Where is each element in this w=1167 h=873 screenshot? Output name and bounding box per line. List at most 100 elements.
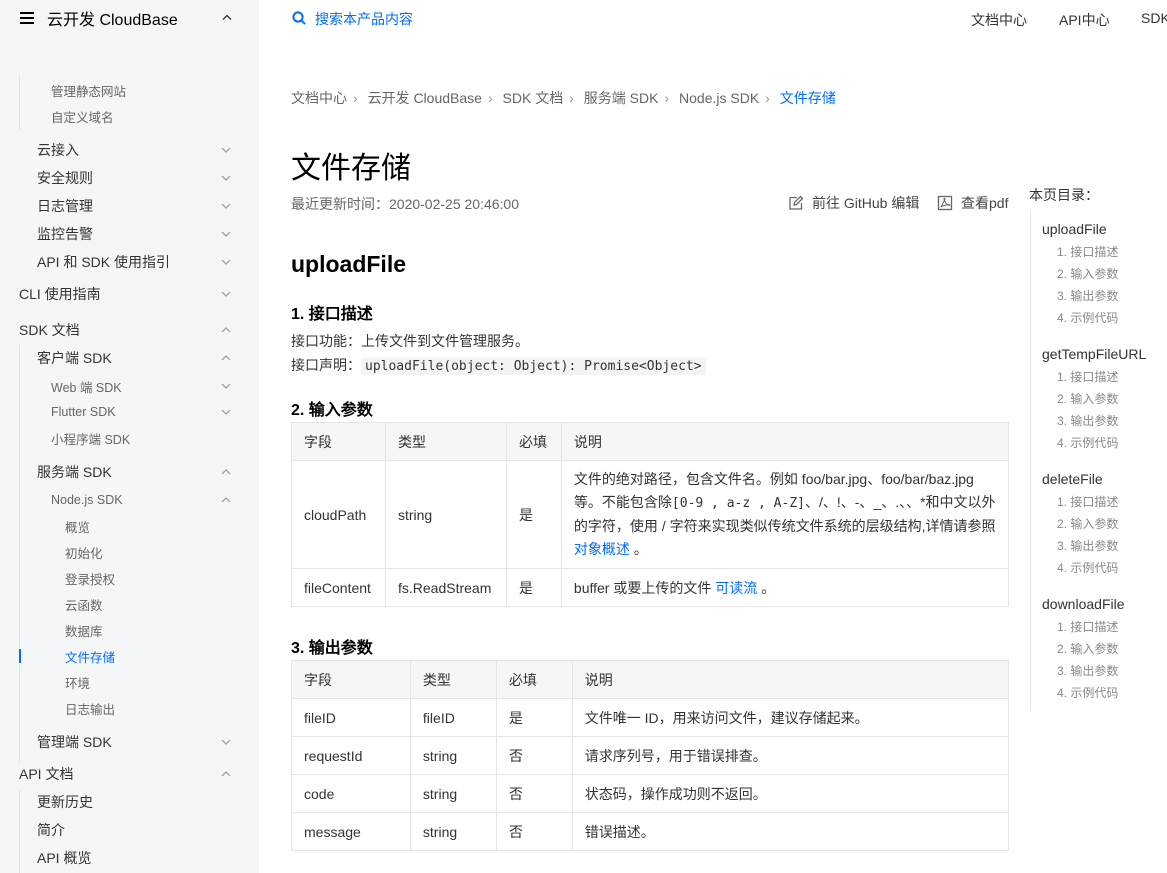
sidebar-item[interactable]: 监控告警 xyxy=(37,225,93,243)
breadcrumb-item[interactable]: 服务端 SDK xyxy=(584,90,659,106)
toc-item[interactable]: uploadFile xyxy=(1042,221,1107,237)
table-row: requestId string 否 请求序列号，用于错误排查。 xyxy=(291,736,1010,775)
sidebar-item[interactable]: API 和 SDK 使用指引 xyxy=(37,253,170,271)
table-header-cell: 必填 xyxy=(505,422,562,461)
chevron-up-icon[interactable] xyxy=(220,466,232,478)
chevron-down-icon[interactable] xyxy=(220,228,232,240)
sidebar-item[interactable]: 安全规则 xyxy=(37,169,93,187)
sidebar-item[interactable]: 云函数 xyxy=(65,595,103,613)
toc-subitem[interactable]: 2. 输入参数 xyxy=(1057,640,1118,657)
search-box[interactable]: 搜索本产品内容 xyxy=(292,9,413,29)
sidebar-item[interactable]: 自定义域名 xyxy=(51,107,114,125)
chevron-down-icon[interactable] xyxy=(220,736,232,748)
breadcrumb-item[interactable]: Node.js SDK xyxy=(679,90,759,106)
table-header-cell: 字段 xyxy=(291,422,386,461)
sidebar-item[interactable]: 数据库 xyxy=(65,621,103,639)
product-title[interactable]: 云开发 CloudBase xyxy=(47,6,178,30)
sidebar-item[interactable]: 云接入 xyxy=(37,141,79,159)
active-indicator xyxy=(19,649,21,663)
sidebar-item[interactable]: 简介 xyxy=(37,821,65,839)
chevron-up-icon[interactable] xyxy=(220,352,232,364)
table-row: code string 否 状态码，操作成功则不返回。 xyxy=(291,774,1010,813)
param-desc: 请求序列号，用于错误排查。 xyxy=(571,736,1010,775)
sidebar-item[interactable]: Node.js SDK xyxy=(51,491,123,509)
object-overview-link[interactable]: 对象概述 xyxy=(574,541,630,557)
toc-subitem[interactable]: 1. 接口描述 xyxy=(1057,243,1118,260)
chevron-down-icon[interactable] xyxy=(220,288,232,300)
sidebar-item[interactable]: 管理端 SDK xyxy=(37,733,112,751)
sidebar-item[interactable]: API 文档 xyxy=(19,765,73,783)
toc-subitem[interactable]: 3. 输出参数 xyxy=(1057,412,1118,429)
topnav-docs[interactable]: 文档中心 xyxy=(971,10,1027,30)
api-declaration-code: uploadFile(object: Object): Promise<Obje… xyxy=(361,358,706,375)
param-desc: 文件的绝对路径，包含文件名。例如 foo/bar.jpg、foo/bar/baz… xyxy=(560,460,1010,569)
tree-line xyxy=(19,790,20,873)
toc-subitem[interactable]: 3. 输出参数 xyxy=(1057,287,1118,304)
sidebar-item[interactable]: 服务端 SDK xyxy=(37,463,112,481)
readable-stream-link[interactable]: 可读流 xyxy=(715,580,757,596)
toc-subitem[interactable]: 1. 接口描述 xyxy=(1057,618,1118,635)
toc-subitem[interactable]: 4. 示例代码 xyxy=(1057,434,1118,451)
sidebar-item[interactable]: API 概览 xyxy=(37,849,91,867)
sidebar-item[interactable]: 日志输出 xyxy=(65,699,115,717)
breadcrumb-separator: › xyxy=(487,90,493,106)
menu-icon[interactable] xyxy=(20,12,34,24)
toc-item[interactable]: downloadFile xyxy=(1042,596,1125,612)
toc-subitem[interactable]: 4. 示例代码 xyxy=(1057,309,1118,326)
toc-subitem[interactable]: 2. 输入参数 xyxy=(1057,390,1118,407)
tree-line xyxy=(19,75,20,130)
sidebar-item[interactable]: Web 端 SDK xyxy=(51,377,122,395)
param-field: fileContent xyxy=(291,568,386,607)
chevron-down-icon[interactable] xyxy=(220,380,232,392)
toc-subitem[interactable]: 2. 输入参数 xyxy=(1057,265,1118,282)
sidebar-item[interactable]: 概览 xyxy=(65,517,90,535)
toc-subitem[interactable]: 4. 示例代码 xyxy=(1057,559,1118,576)
sidebar-item[interactable]: SDK 文档 xyxy=(19,321,80,339)
pdf-icon xyxy=(937,195,953,211)
github-edit-button[interactable]: 前往 GitHub 编辑 xyxy=(788,193,919,213)
chevron-down-icon[interactable] xyxy=(220,172,232,184)
topnav-api[interactable]: API中心 xyxy=(1059,10,1110,30)
toc-subitem[interactable]: 1. 接口描述 xyxy=(1057,493,1118,510)
param-field: requestId xyxy=(291,736,411,775)
sidebar-item[interactable]: CLI 使用指南 xyxy=(19,285,101,303)
toc-subitem[interactable]: 4. 示例代码 xyxy=(1057,684,1118,701)
breadcrumb-item[interactable]: 文档中心 xyxy=(291,90,347,106)
table-header-cell: 类型 xyxy=(409,660,497,699)
search-placeholder: 搜索本产品内容 xyxy=(315,11,413,27)
chevron-up-icon[interactable] xyxy=(220,494,232,506)
toc-subitem[interactable]: 3. 输出参数 xyxy=(1057,537,1118,554)
sidebar-item[interactable]: 初始化 xyxy=(65,543,103,561)
sidebar-item[interactable]: 小程序端 SDK xyxy=(51,429,130,447)
sidebar-item[interactable]: 日志管理 xyxy=(37,197,93,215)
breadcrumb: 文档中心 › 云开发 CloudBase › SDK 文档 › 服务端 SDK › No… xyxy=(291,88,836,108)
chevron-down-icon[interactable] xyxy=(220,200,232,212)
sidebar-item[interactable]: Flutter SDK xyxy=(51,403,116,421)
toc-item[interactable]: deleteFile xyxy=(1042,471,1103,487)
breadcrumb-item[interactable]: SDK 文档 xyxy=(503,90,564,106)
chevron-down-icon[interactable] xyxy=(220,406,232,418)
toc-subitem[interactable]: 2. 输入参数 xyxy=(1057,515,1118,532)
subsection-title: 2. 输入参数 xyxy=(291,402,373,419)
sidebar-item[interactable]: 更新历史 xyxy=(37,793,93,811)
sidebar-item[interactable]: 登录授权 xyxy=(65,569,115,587)
chevron-down-icon[interactable] xyxy=(220,144,232,156)
github-edit-label: 前往 GitHub 编辑 xyxy=(812,195,920,211)
chevron-up-icon[interactable] xyxy=(220,768,232,780)
sidebar-item[interactable]: 文件存储 xyxy=(65,647,115,665)
table-row: fileContent fs.ReadStream 是 buffer 或要上传的… xyxy=(291,568,1010,607)
toc-subitem[interactable]: 3. 输出参数 xyxy=(1057,662,1118,679)
chevron-down-icon[interactable] xyxy=(220,256,232,268)
sidebar-item[interactable]: 客户端 SDK xyxy=(37,349,112,367)
chevron-up-icon[interactable] xyxy=(220,324,232,336)
breadcrumb-item[interactable]: 云开发 CloudBase xyxy=(368,90,482,106)
view-pdf-button[interactable]: 查看pdf xyxy=(937,193,1008,213)
param-desc-text: buffer 或要上传的文件 xyxy=(573,579,716,596)
sidebar-item[interactable]: 环境 xyxy=(65,673,90,691)
topnav-sdk[interactable]: SDK xyxy=(1141,10,1167,26)
sidebar-item[interactable]: 管理静态网站 xyxy=(51,81,126,99)
collapse-icon[interactable] xyxy=(221,11,233,29)
param-type: fs.ReadStream xyxy=(384,568,507,607)
toc-item[interactable]: getTempFileURL xyxy=(1042,346,1146,362)
toc-subitem[interactable]: 1. 接口描述 xyxy=(1057,368,1118,385)
